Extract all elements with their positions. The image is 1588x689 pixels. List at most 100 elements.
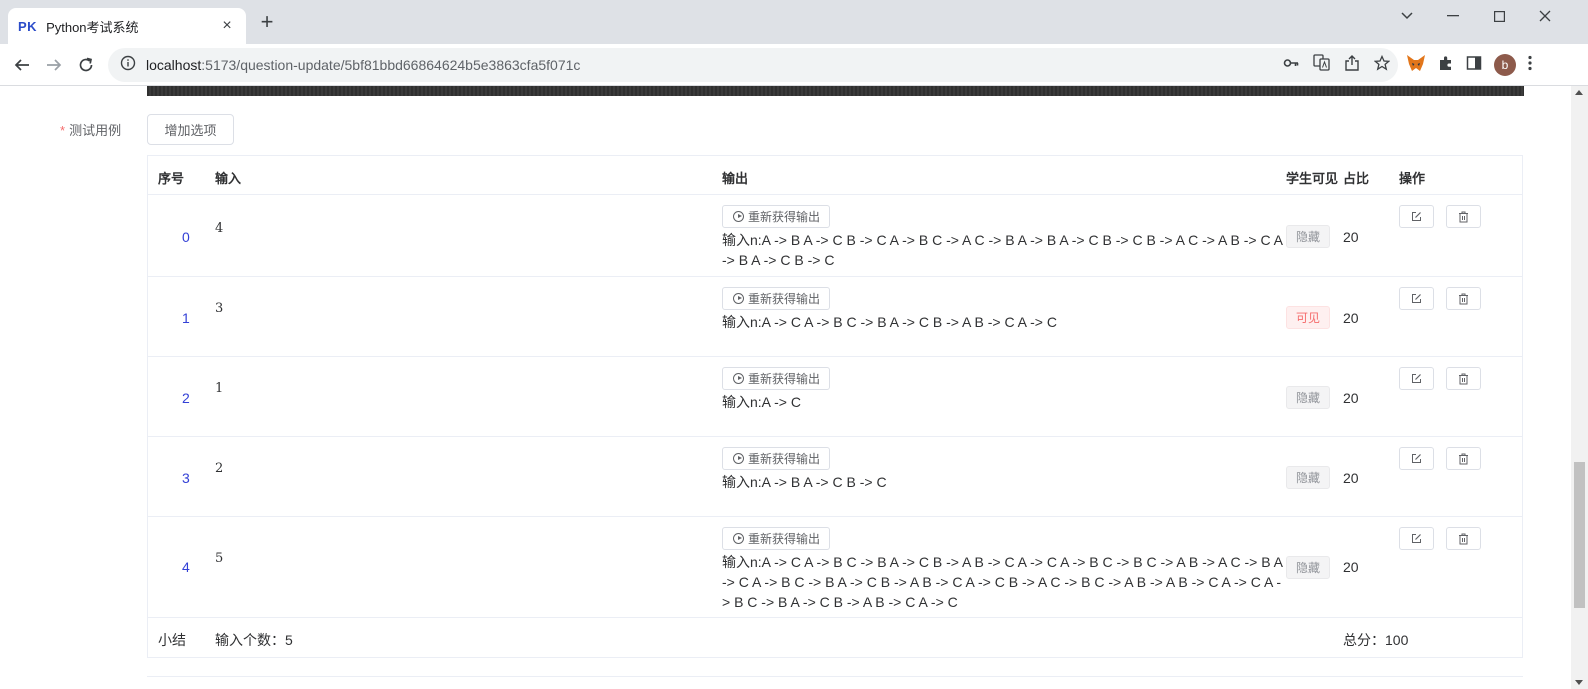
- tab-title: Python考试系统: [46, 19, 139, 35]
- visibility-badge: 隐藏: [1286, 386, 1330, 409]
- row-input: 2: [215, 461, 224, 476]
- delete-button[interactable]: [1446, 527, 1481, 550]
- site-info-icon[interactable]: [120, 55, 136, 76]
- row-output: 输入n:A -> C A -> B C -> B A -> C B -> A B…: [722, 554, 1283, 610]
- row-input: 3: [215, 301, 224, 316]
- edit-icon: [1412, 374, 1421, 383]
- regenerate-output-button[interactable]: 重新获得输出: [722, 527, 831, 550]
- delete-button[interactable]: [1446, 287, 1481, 310]
- page-content: * 测试用例 增加选项 序号 输入 输出 学生可见 占比 操作 0 4 重新获得输…: [0, 86, 1588, 689]
- edit-button[interactable]: [1399, 367, 1434, 390]
- table-summary-row: 小结 输入个数：5 总分：100: [148, 618, 1522, 657]
- regenerate-output-button[interactable]: 重新获得输出: [722, 367, 831, 390]
- bookmark-star-icon[interactable]: [1373, 54, 1391, 76]
- close-window-icon[interactable]: [1522, 4, 1568, 28]
- edit-icon: [1412, 454, 1421, 463]
- header-input: 输入: [215, 171, 242, 186]
- row-ratio: 20: [1343, 390, 1359, 406]
- reload-icon[interactable]: [74, 53, 98, 77]
- trash-icon: [1459, 453, 1468, 464]
- add-option-button[interactable]: 增加选项: [147, 114, 234, 145]
- row-index: 4: [182, 559, 190, 575]
- delete-button[interactable]: [1446, 205, 1481, 228]
- row-output: 输入n:A -> B A -> C B -> C: [722, 474, 887, 490]
- play-circle-icon: [733, 373, 744, 384]
- row-output: 输入n:A -> C A -> B C -> B A -> C B -> A B…: [722, 314, 1057, 330]
- edit-icon: [1412, 294, 1421, 303]
- row-ratio: 20: [1343, 559, 1359, 575]
- next-section-edge: [147, 676, 1523, 689]
- row-ratio: 20: [1343, 470, 1359, 486]
- key-icon[interactable]: [1283, 55, 1299, 76]
- metamask-fox-icon[interactable]: [1406, 54, 1426, 77]
- summary-label: 小结: [158, 632, 186, 648]
- forward-icon[interactable]: [42, 53, 66, 77]
- browser-menu-icon[interactable]: [1528, 55, 1532, 76]
- play-circle-icon: [733, 533, 744, 544]
- play-circle-icon: [733, 453, 744, 464]
- browser-tab-bar: PK Python考试系统 × +: [0, 0, 1588, 44]
- extensions-puzzle-icon[interactable]: [1438, 55, 1454, 76]
- row-ratio: 20: [1343, 229, 1359, 245]
- trash-icon: [1459, 293, 1468, 304]
- page-scrollbar[interactable]: [1571, 86, 1588, 689]
- new-tab-icon[interactable]: +: [256, 11, 278, 34]
- trash-icon: [1459, 373, 1468, 384]
- header-actions: 操作: [1399, 171, 1426, 186]
- browser-toolbar: localhost:5173/question-update/5bf81bbd6…: [0, 44, 1588, 86]
- table-header: 序号 输入 输出 学生可见 占比 操作: [148, 156, 1522, 195]
- delete-button[interactable]: [1446, 447, 1481, 470]
- maximize-icon[interactable]: [1476, 4, 1522, 28]
- header-output: 输出: [722, 171, 749, 186]
- header-index: 序号: [158, 171, 185, 186]
- play-circle-icon: [733, 211, 744, 222]
- test-cases-table: 序号 输入 输出 学生可见 占比 操作 0 4 重新获得输出 输入n:A -> …: [147, 155, 1523, 658]
- edit-button[interactable]: [1399, 447, 1434, 470]
- table-row: 0 4 重新获得输出 输入n:A -> B A -> C B -> C A ->…: [148, 195, 1522, 277]
- row-ratio: 20: [1343, 310, 1359, 326]
- minimize-icon[interactable]: [1430, 4, 1476, 28]
- play-circle-icon: [733, 293, 744, 304]
- side-panel-icon[interactable]: [1466, 55, 1482, 76]
- row-output: 输入n:A -> C: [722, 394, 801, 410]
- regenerate-output-button[interactable]: 重新获得输出: [722, 287, 831, 310]
- trash-icon: [1459, 533, 1468, 544]
- address-bar[interactable]: localhost:5173/question-update/5bf81bbd6…: [108, 48, 1398, 82]
- row-index: 2: [182, 390, 190, 406]
- edit-button[interactable]: [1399, 205, 1434, 228]
- browser-tab[interactable]: PK Python考试系统 ×: [8, 8, 246, 44]
- row-input: 5: [215, 551, 224, 566]
- visibility-badge: 隐藏: [1286, 225, 1330, 248]
- row-index: 3: [182, 470, 190, 486]
- input-count: 输入个数：5: [215, 632, 293, 648]
- scroll-down-arrow-icon[interactable]: [1575, 680, 1583, 685]
- close-tab-icon[interactable]: ×: [218, 17, 236, 35]
- regenerate-output-button[interactable]: 重新获得输出: [722, 205, 831, 228]
- edit-button[interactable]: [1399, 527, 1434, 550]
- edit-button[interactable]: [1399, 287, 1434, 310]
- delete-button[interactable]: [1446, 367, 1481, 390]
- header-ratio: 占比: [1343, 171, 1370, 186]
- visibility-badge: 可见: [1286, 306, 1330, 329]
- back-icon[interactable]: [10, 53, 34, 77]
- edit-icon: [1412, 212, 1421, 221]
- scroll-up-arrow-icon[interactable]: [1575, 90, 1583, 95]
- tab-search-icon[interactable]: [1384, 4, 1430, 28]
- regenerate-output-button[interactable]: 重新获得输出: [722, 447, 831, 470]
- row-index: 0: [182, 229, 190, 245]
- trash-icon: [1459, 211, 1468, 222]
- header-visible: 学生可见: [1286, 171, 1339, 186]
- visibility-badge: 隐藏: [1286, 556, 1330, 579]
- tab-favicon: PK: [18, 18, 38, 34]
- edit-icon: [1412, 534, 1421, 543]
- url-text[interactable]: localhost:5173/question-update/5bf81bbd6…: [146, 57, 580, 73]
- required-mark: *: [60, 123, 66, 138]
- scrollbar-thumb[interactable]: [1574, 462, 1585, 608]
- profile-avatar[interactable]: b: [1494, 54, 1516, 76]
- row-index: 1: [182, 310, 190, 326]
- share-icon[interactable]: [1344, 54, 1360, 76]
- translate-icon[interactable]: [1313, 54, 1330, 76]
- visibility-badge: 隐藏: [1286, 466, 1330, 489]
- total-score: 总分：100: [1343, 632, 1409, 648]
- test-cases-label: * 测试用例: [60, 123, 122, 138]
